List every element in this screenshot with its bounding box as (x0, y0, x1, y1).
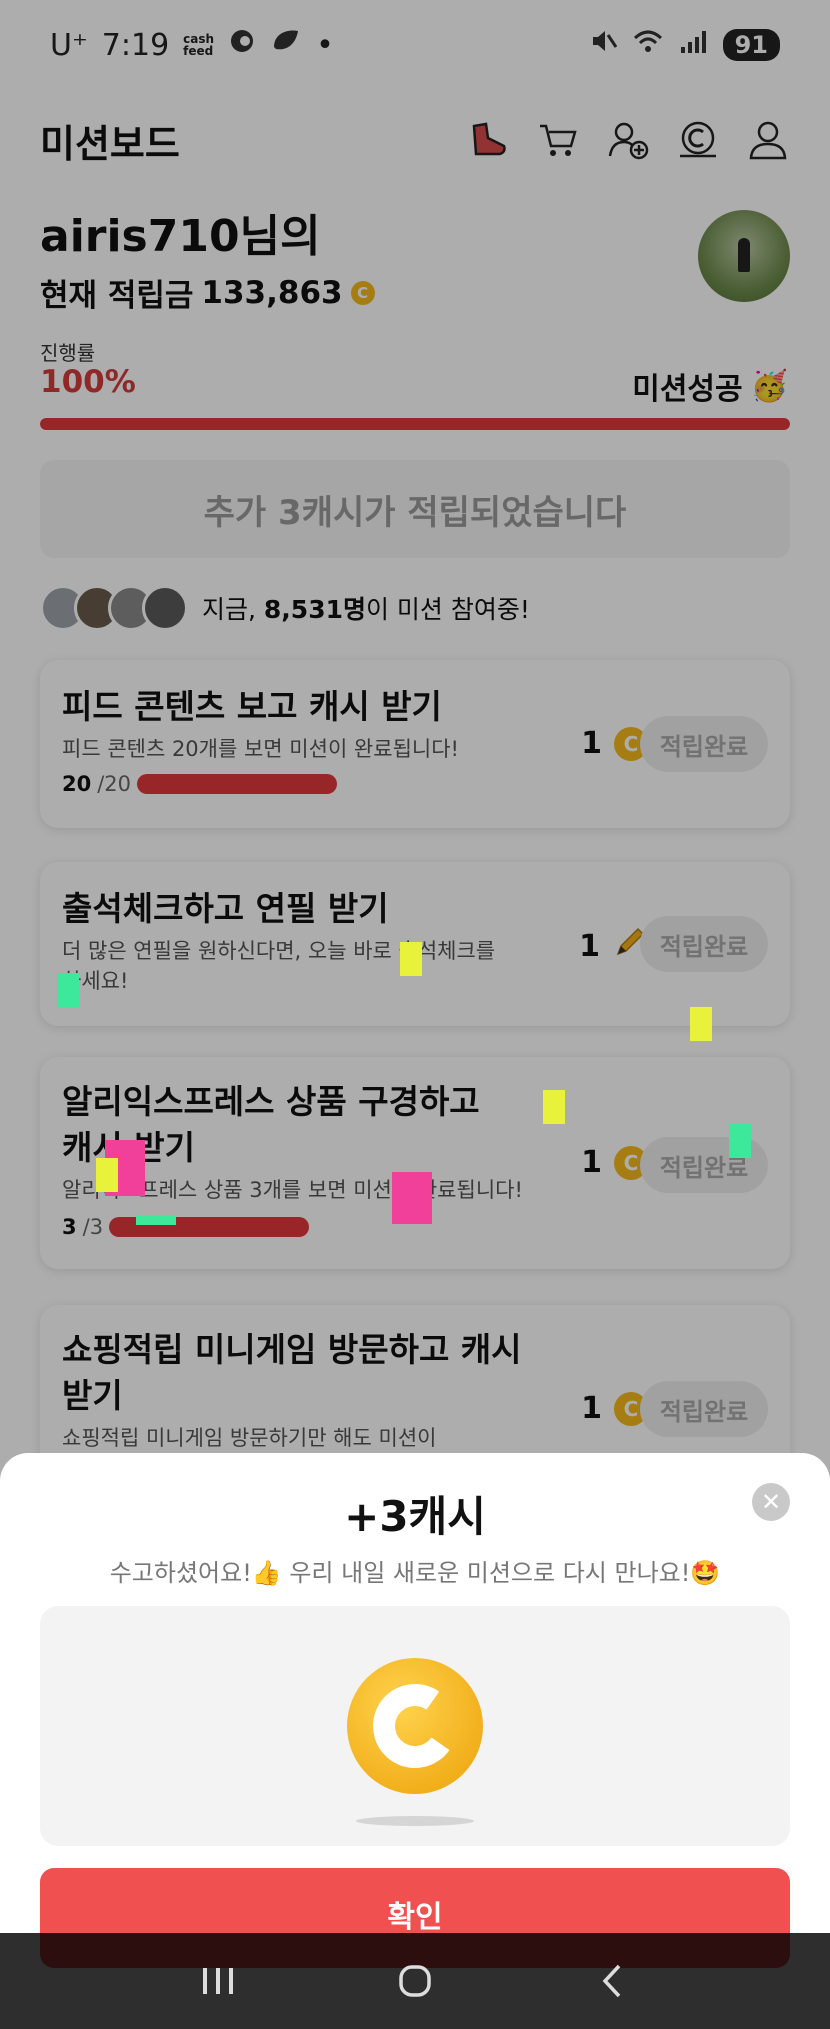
reward-amount: +3캐시 (344, 1492, 486, 1541)
confetti-piece (96, 1158, 118, 1192)
confetti-piece (400, 942, 422, 976)
confetti-piece (543, 1090, 565, 1124)
close-icon: ✕ (760, 1488, 782, 1516)
recent-apps-button[interactable] (188, 1951, 248, 2011)
reward-message: 수고하셨어요!👍 우리 내일 새로운 미션으로 다시 만나요!🤩 (109, 1559, 721, 1587)
close-button[interactable]: ✕ (752, 1483, 790, 1521)
confetti-piece (392, 1172, 432, 1224)
confetti-piece (136, 1215, 176, 1225)
home-button[interactable] (385, 1951, 445, 2011)
screen: U⁺ 7:19 cash feed • 91 미션보드 airis710님의 현… (0, 0, 830, 2029)
back-button[interactable] (582, 1951, 642, 2011)
confetti-piece (690, 1007, 712, 1041)
coin-icon (347, 1658, 483, 1794)
coin-shadow (356, 1816, 474, 1826)
coin-illustration-box (40, 1606, 790, 1846)
confetti-piece (729, 1124, 751, 1158)
confetti-piece (57, 973, 79, 1007)
system-nav-bar (0, 1933, 830, 2029)
